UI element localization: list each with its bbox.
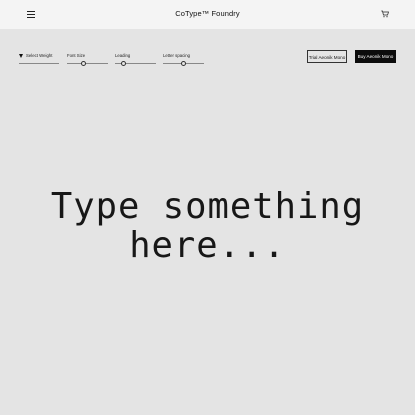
- site-header: CoType™ Foundry: [0, 0, 415, 29]
- letter-spacing-slider-knob[interactable]: [181, 61, 186, 66]
- font-size-track: [67, 63, 108, 64]
- weight-select-underline: [19, 63, 59, 64]
- buy-button[interactable]: Buy Aeonik Mono: [355, 50, 396, 63]
- trial-button[interactable]: Trial Aeonik Mono: [307, 50, 347, 63]
- brand-logo[interactable]: CoType™ Foundry: [0, 9, 415, 18]
- cart-icon[interactable]: [381, 10, 389, 18]
- type-tester-controls: Select Weight Font Size Leading Letter s…: [0, 50, 415, 70]
- dropdown-arrow-icon: [19, 54, 23, 58]
- weight-select-label: Select Weight: [26, 53, 53, 58]
- letter-spacing-label: Letter spacing: [163, 53, 190, 58]
- type-specimen-input[interactable]: Type something here...: [0, 187, 415, 265]
- font-size-slider-knob[interactable]: [81, 61, 86, 66]
- font-size-label: Font Size: [67, 53, 86, 58]
- leading-slider-knob[interactable]: [121, 61, 126, 66]
- specimen-line-2: here...: [129, 225, 286, 266]
- leading-label: Leading: [115, 53, 131, 58]
- specimen-line-1: Type something: [50, 186, 365, 227]
